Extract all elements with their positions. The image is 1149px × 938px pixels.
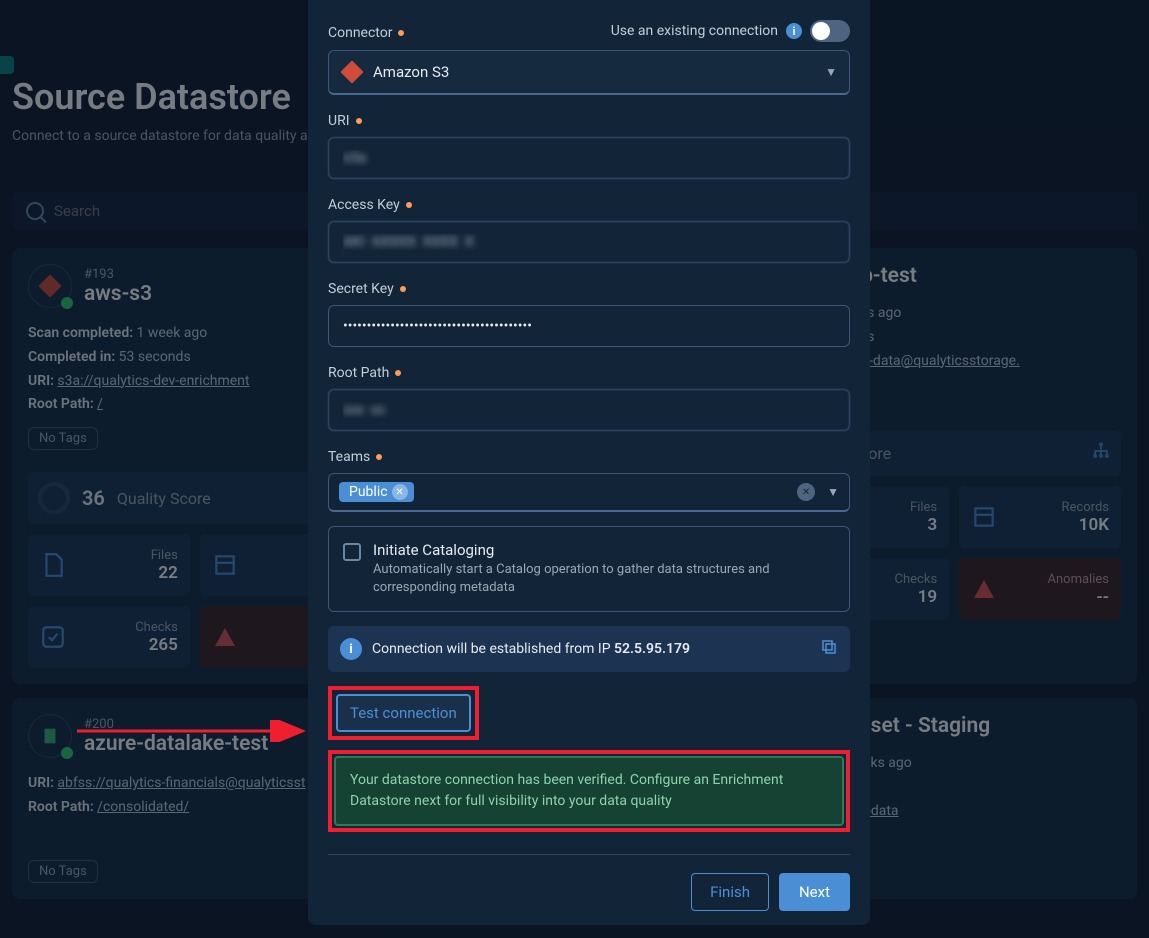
use-existing-toggle[interactable] (810, 20, 850, 42)
test-connection-button[interactable]: Test connection (336, 694, 471, 732)
info-icon: i (340, 638, 362, 660)
connection-modal: Connector Use an existing connection i A… (308, 0, 870, 925)
checkbox[interactable] (343, 543, 361, 561)
access-key-input[interactable] (328, 221, 850, 263)
team-chip[interactable]: Public ✕ (339, 482, 414, 502)
label-connector: Connector (328, 25, 404, 41)
info-icon[interactable]: i (786, 23, 802, 39)
label-secret-key: Secret Key (328, 281, 850, 297)
label-teams: Teams (328, 449, 850, 465)
amazon-s3-icon (341, 61, 363, 83)
finish-button[interactable]: Finish (691, 873, 769, 911)
secret-key-input[interactable] (328, 305, 850, 347)
use-existing-toggle-label: Use an existing connection i (611, 20, 850, 42)
connection-success-message: Your datastore connection has been verif… (334, 756, 844, 826)
clear-all-icon[interactable]: ✕ (797, 483, 815, 501)
remove-chip-icon[interactable]: ✕ (392, 484, 408, 500)
uri-input[interactable] (328, 137, 850, 179)
ip-info-banner: i Connection will be established from IP… (328, 626, 850, 672)
annotation-arrow (77, 720, 315, 742)
label-uri: URI (328, 113, 850, 129)
initiate-cataloging-option[interactable]: Initiate Cataloging Automatically start … (328, 526, 850, 612)
chevron-down-icon: ▼ (827, 485, 839, 499)
chevron-down-icon: ▼ (825, 65, 837, 79)
label-access-key: Access Key (328, 197, 850, 213)
teams-select[interactable]: Public ✕ ✕ ▼ (328, 473, 850, 512)
copy-icon[interactable] (820, 638, 838, 660)
next-button[interactable]: Next (779, 873, 850, 911)
connector-dropdown[interactable]: Amazon S3 ▼ (328, 50, 850, 95)
label-root-path: Root Path (328, 365, 850, 381)
root-path-input[interactable] (328, 389, 850, 431)
